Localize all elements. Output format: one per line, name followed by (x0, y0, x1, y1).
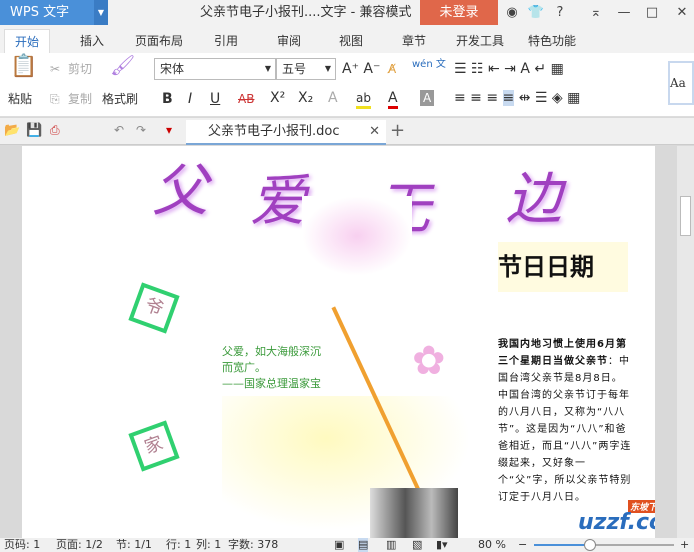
quote: 父爱，如大海般深沉 而宽广。 ——国家总理温家宝 (222, 344, 321, 392)
status-row: 行: 1 (166, 538, 192, 551)
zoom-slider-thumb[interactable] (584, 539, 596, 551)
decor-box: 爷 (128, 282, 180, 334)
skin-icon[interactable]: ◉ (502, 0, 522, 25)
format-painter-button[interactable]: 格式刷 (102, 91, 138, 107)
outline-view-icon[interactable]: ▥ (386, 538, 396, 552)
underline-button[interactable]: U (210, 91, 220, 107)
list-icons[interactable]: ☰ ☷ ⇤ ⇥ A ↵ ▦ (454, 61, 564, 77)
document-page[interactable]: 父 爱 无 边 节日日期 爷 家 父爱，如大海般深沉 而宽广。 ——国家总理温家… (22, 146, 655, 538)
font-size-select[interactable]: 五号 ▼ (276, 58, 336, 80)
superscript-button[interactable]: X² (270, 90, 285, 106)
scroll-thumb[interactable] (680, 196, 691, 236)
open-icon[interactable]: 📂 (4, 123, 20, 138)
headline-char: 边 (506, 167, 562, 232)
size-value: 五号 (282, 62, 307, 76)
chevron-down-icon[interactable]: ▼ (94, 0, 108, 25)
tab-features[interactable]: 特色功能 (528, 29, 576, 53)
body-text: 我国内地习惯上使用6月第三个星期日当做父亲节：中国台湾父亲节是8月8日。中国台湾… (498, 336, 632, 506)
clear-format-icon[interactable]: A̸ (388, 61, 396, 77)
headline-char: 爱 (250, 169, 306, 234)
align-icons[interactable]: ≡ ≡ ≡ ≡ ⇹ ☰ ◈ ▦ (454, 90, 580, 106)
tab-layout[interactable]: 页面布局 (135, 29, 183, 53)
holiday-heading: 节日日期 (498, 242, 628, 292)
web-view-icon[interactable]: ▧ (412, 538, 422, 552)
grow-font-icon[interactable]: A⁺ A⁻ (342, 61, 380, 77)
tab-view[interactable]: 视图 (339, 29, 363, 53)
login-button[interactable]: 未登录 (420, 0, 498, 25)
stars-decoration (302, 196, 412, 276)
font-value: 宋体 (160, 62, 185, 76)
text-effect-icon[interactable]: A (328, 90, 338, 106)
document-tab-label: 父亲节电子小报刊.doc (208, 124, 340, 139)
status-words: 字数: 378 (228, 538, 279, 551)
zoom-in-icon[interactable]: + (680, 538, 689, 552)
tab-chapter[interactable]: 章节 (402, 29, 426, 53)
minimize-icon[interactable]: — (614, 0, 634, 25)
shirt-icon[interactable]: 👕 (526, 0, 546, 25)
tab-insert[interactable]: 插入 (80, 29, 104, 53)
new-tab-icon[interactable]: + (390, 120, 405, 141)
menu-tabs: 开始 插入 页面布局 引用 审阅 视图 章节 开发工具 特色功能 (0, 26, 694, 53)
cut-button[interactable]: 剪切 (68, 61, 92, 77)
document-tab[interactable]: 父亲节电子小报刊.doc ✕ (186, 120, 386, 145)
paste-button[interactable]: 粘贴 (8, 91, 32, 107)
font-color-icon[interactable]: A (388, 90, 398, 109)
customize-icon[interactable]: ▾ (166, 123, 172, 137)
close-tab-icon[interactable]: ✕ (369, 120, 380, 144)
style-preview[interactable]: Aa (668, 61, 694, 105)
close-icon[interactable]: ✕ (672, 0, 692, 25)
paste-icon[interactable]: 📋 (10, 56, 37, 78)
watermark-logo: 东坡下载uzzf.com (578, 500, 655, 538)
decor-box: 家 (128, 420, 180, 472)
quote-line: 父爱，如大海般深沉 (222, 345, 321, 358)
status-bar: 页码: 1 页面: 1/2 节: 1/1 行: 1 列: 1 字数: 378 ▣… (0, 538, 694, 552)
font-family-select[interactable]: 宋体 ▼ (154, 58, 276, 80)
status-pages: 页面: 1/2 (56, 538, 103, 551)
fullscreen-icon[interactable]: ▣ (334, 538, 344, 552)
wps-menu-button[interactable]: WPS 文字 (0, 0, 108, 25)
collapse-ribbon-icon[interactable]: ⌅ (586, 0, 606, 25)
tab-review[interactable]: 审阅 (277, 29, 301, 53)
flower-decoration: ✿ (412, 338, 446, 384)
italic-button[interactable]: I (188, 91, 192, 107)
photo (370, 488, 458, 538)
window-title: 父亲节电子小报刊....文字 - 兼容模式 (200, 5, 412, 20)
page-view-icon[interactable]: ▤ (358, 538, 369, 552)
redo-icon[interactable]: ↷ (136, 123, 146, 137)
ribbon: 📋 粘贴 ✂ 剪切 ⎘ 复制 🖌 格式刷 宋体 ▼ 五号 ▼ A⁺ A⁻ A̸ wé… (0, 53, 694, 117)
bold-button[interactable]: B (162, 91, 173, 107)
zoom-slider[interactable] (534, 539, 674, 551)
cut-icon[interactable]: ✂ (50, 61, 60, 77)
status-section: 节: 1/1 (116, 538, 152, 551)
document-tab-bar: 📂 💾 ⎙ ↶ ↷ ▾ 父亲节电子小报刊.doc ✕ + (0, 118, 694, 145)
strikethrough-button[interactable]: AB (238, 91, 254, 107)
undo-icon[interactable]: ↶ (114, 123, 124, 137)
headline-char: 父 (152, 159, 208, 224)
char-shading-icon[interactable]: A (420, 90, 435, 106)
maximize-icon[interactable]: □ (642, 0, 662, 25)
vertical-scrollbar[interactable] (677, 146, 694, 538)
export-pdf-icon[interactable]: ⎙ (50, 123, 60, 138)
zoom-level: 80 % (478, 538, 506, 551)
copy-icon[interactable]: ⎘ (50, 91, 60, 107)
tab-start[interactable]: 开始 (4, 29, 51, 53)
save-icon[interactable]: 💾 (26, 123, 42, 138)
copy-button[interactable]: 复制 (68, 91, 92, 107)
pinyin-button[interactable]: wén 文 (412, 57, 446, 73)
tab-developer[interactable]: 开发工具 (456, 29, 504, 53)
tab-references[interactable]: 引用 (214, 29, 238, 53)
help-button[interactable]: ? (550, 0, 570, 25)
zoom-out-icon[interactable]: − (518, 538, 527, 552)
format-painter-icon[interactable]: 🖌 (110, 55, 135, 75)
reading-view-icon[interactable]: ▮▾ (436, 538, 448, 552)
quote-line: 而宽广。 (222, 361, 266, 374)
highlight-icon[interactable]: ab (356, 90, 371, 109)
status-page: 页码: 1 (4, 538, 41, 551)
body-rest: ：中国台湾父亲节是8月8日。中国台湾的父亲节订于每年的八月八日，又称为“八八节”… (498, 356, 632, 503)
subscript-button[interactable]: X₂ (298, 90, 313, 106)
status-col: 列: 1 (196, 538, 222, 551)
quote-line: ——国家总理温家宝 (222, 377, 321, 390)
